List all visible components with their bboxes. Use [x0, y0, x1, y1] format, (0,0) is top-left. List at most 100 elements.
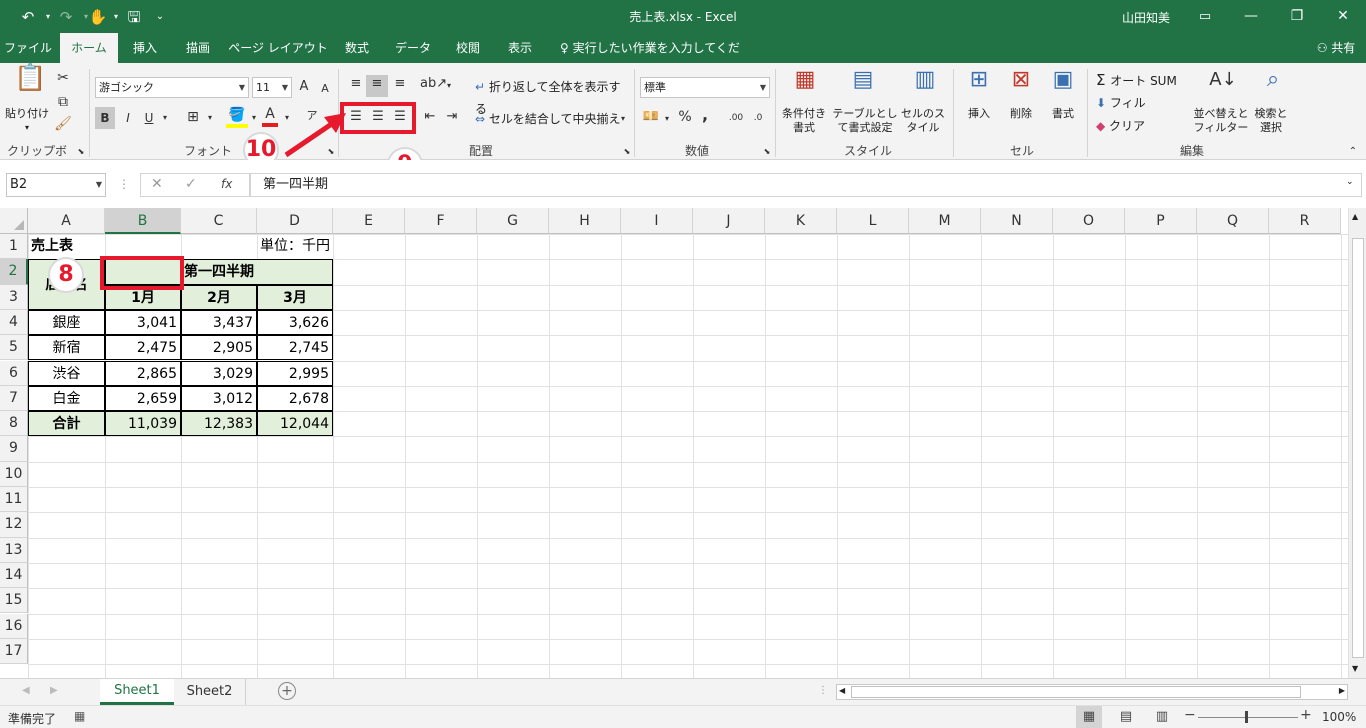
cell-d1-unit[interactable]: 単位：千円 [181, 234, 333, 259]
cell-value-3-0[interactable]: 2,659 [105, 385, 181, 412]
format-as-table-icon[interactable]: ▤ [848, 69, 878, 101]
format-as-table-button[interactable]: テーブルとして書式設定 [830, 107, 900, 135]
font-size-select[interactable]: 11 ▼ [252, 77, 292, 98]
sort-filter-button[interactable]: 並べ替えとフィルター [1192, 107, 1250, 135]
row-header-17[interactable]: 17 [0, 638, 28, 665]
cell-total-2[interactable]: 12,044 [257, 411, 333, 437]
comma-style-button[interactable]: , [698, 106, 712, 124]
decrease-indent-icon[interactable]: ⇤ [420, 108, 440, 126]
tell-me-box[interactable]: ♀ 実行したい作業を入力してください [560, 33, 750, 85]
tab-view[interactable]: 表示 [496, 33, 544, 63]
expand-formula-icon[interactable]: ⌄ [1346, 177, 1354, 187]
cell-value-1-2[interactable]: 2,745 [257, 335, 333, 361]
cell-month-2[interactable]: 2月 [181, 284, 257, 310]
row-header-10[interactable]: 10 [0, 461, 28, 487]
orientation-icon[interactable]: ab↗ [420, 75, 447, 93]
name-box[interactable]: B2 ▼ [6, 173, 106, 197]
cell-store-0[interactable]: 銀座 [28, 309, 105, 336]
tab-formulas[interactable]: 数式 [334, 33, 380, 63]
cell-value-1-0[interactable]: 2,475 [105, 335, 181, 361]
row-header-7[interactable]: 7 [0, 385, 28, 412]
font-color-icon[interactable]: A [262, 105, 278, 127]
page-layout-view-icon[interactable]: ▤ [1116, 706, 1136, 728]
row-header-11[interactable]: 11 [0, 487, 28, 513]
zoom-slider-thumb[interactable] [1245, 711, 1248, 723]
delete-cells-button[interactable]: 削除 [1002, 107, 1040, 121]
horizontal-scroll-thumb[interactable] [851, 686, 1301, 698]
cut-icon[interactable]: ✂ [54, 69, 72, 87]
underline-dropdown-icon[interactable]: ▾ [160, 109, 170, 127]
add-sheet-icon[interactable]: + [278, 682, 296, 700]
column-header-o[interactable]: O [1053, 208, 1125, 234]
column-header-c[interactable]: C [181, 208, 257, 234]
normal-view-icon[interactable]: ▦ [1076, 706, 1102, 728]
cell-value-2-1[interactable]: 3,029 [181, 360, 257, 386]
scroll-up-icon[interactable]: ▲ [1352, 212, 1358, 221]
sheet-next-icon[interactable]: ▶ [50, 685, 58, 696]
font-name-select[interactable]: 游ゴシック ▼ [95, 77, 249, 98]
tab-page-layout[interactable]: ページ レイアウト [228, 33, 328, 63]
insert-cells-icon[interactable]: ⊞ [964, 69, 994, 101]
row-header-12[interactable]: 12 [0, 512, 28, 538]
row-header-16[interactable]: 16 [0, 613, 28, 639]
conditional-formatting-button[interactable]: 条件付き書式 [778, 107, 830, 135]
top-align-icon[interactable]: ≡ [346, 75, 366, 93]
merge-center-button[interactable]: ⇔ セルを結合して中央揃え [475, 108, 631, 130]
vertical-scroll-thumb[interactable] [1352, 238, 1364, 658]
shrink-font-icon[interactable]: A [318, 80, 332, 98]
cell-value-1-1[interactable]: 2,905 [181, 335, 257, 361]
italic-button[interactable]: I [119, 109, 137, 127]
zoom-level[interactable]: 100% [1322, 710, 1356, 724]
zoom-in-icon[interactable]: + [1300, 707, 1312, 723]
macro-record-icon[interactable]: ▦ [74, 709, 85, 723]
cell-store-3[interactable]: 白金 [28, 385, 105, 412]
cell-value-0-0[interactable]: 3,041 [105, 309, 181, 336]
fill-color-dropdown-icon[interactable]: ▾ [249, 109, 259, 127]
row-header-4[interactable]: 4 [0, 309, 28, 336]
clipboard-launcher-icon[interactable]: ⬊ [76, 143, 86, 161]
cell-store-1[interactable]: 新宿 [28, 335, 105, 361]
horizontal-scrollbar[interactable]: ◀ ▶ [836, 684, 1348, 700]
formula-input[interactable]: 第一四半期 [250, 173, 1362, 197]
ribbon-display-options-icon[interactable]: ▭ [1182, 0, 1228, 33]
tab-review[interactable]: 校閲 [446, 33, 490, 63]
fill-color-icon[interactable]: 🪣 [226, 106, 248, 128]
orientation-dropdown-icon[interactable]: ▾ [444, 77, 454, 95]
insert-function-icon[interactable]: fx [221, 177, 232, 191]
cell-value-3-2[interactable]: 2,678 [257, 385, 333, 412]
sheet-prev-icon[interactable]: ◀ [22, 685, 30, 696]
cancel-icon[interactable]: ✕ [151, 176, 163, 192]
column-header-h[interactable]: H [549, 208, 621, 234]
cell-total-label[interactable]: 合計 [28, 411, 105, 437]
paste-button[interactable]: 貼り付け [4, 107, 50, 121]
merge-dropdown-icon[interactable]: ▾ [618, 110, 628, 128]
column-header-q[interactable]: Q [1197, 208, 1269, 234]
fill-button[interactable]: ⬇ フィル [1096, 92, 1156, 114]
number-format-select[interactable]: 標準 ▼ [640, 77, 770, 98]
tab-file[interactable]: ファイル [0, 33, 56, 63]
scroll-down-icon[interactable]: ▼ [1352, 664, 1358, 673]
underline-button[interactable]: U [141, 109, 157, 127]
autosum-button[interactable]: Σ オート SUM [1096, 69, 1190, 91]
row-header-15[interactable]: 15 [0, 588, 28, 614]
alignment-launcher-icon[interactable]: ⬊ [622, 143, 632, 161]
find-select-icon[interactable]: ⌕ [1258, 69, 1288, 101]
row-header-5[interactable]: 5 [0, 335, 28, 361]
zoom-out-icon[interactable]: − [1184, 707, 1196, 723]
column-header-b[interactable]: B [105, 208, 181, 234]
number-launcher-icon[interactable]: ⬊ [762, 143, 772, 161]
paste-icon[interactable]: 📋 [14, 65, 46, 103]
insert-cells-button[interactable]: 挿入 [960, 107, 998, 121]
tab-draw[interactable]: 描画 [172, 33, 224, 63]
cell-value-0-1[interactable]: 3,437 [181, 309, 257, 336]
copy-icon[interactable]: ⧉ [54, 93, 72, 111]
column-header-l[interactable]: L [837, 208, 909, 234]
enter-icon[interactable]: ✓ [185, 176, 197, 192]
column-header-n[interactable]: N [981, 208, 1053, 234]
worksheet-grid[interactable]: ABCDEFGHIJKLMNOPQR 1 2 3 4 5 6 7 8 9 10 11 12 13 14 15… [0, 208, 1366, 678]
tab-split-icon[interactable]: ⋮ [818, 685, 828, 696]
collapse-ribbon-icon[interactable]: ⌃ [1346, 143, 1360, 161]
wrap-text-button[interactable]: ↵ 折り返して全体を表示する [475, 76, 627, 116]
column-header-e[interactable]: E [333, 208, 405, 234]
minimize-icon[interactable]: — [1228, 0, 1274, 33]
